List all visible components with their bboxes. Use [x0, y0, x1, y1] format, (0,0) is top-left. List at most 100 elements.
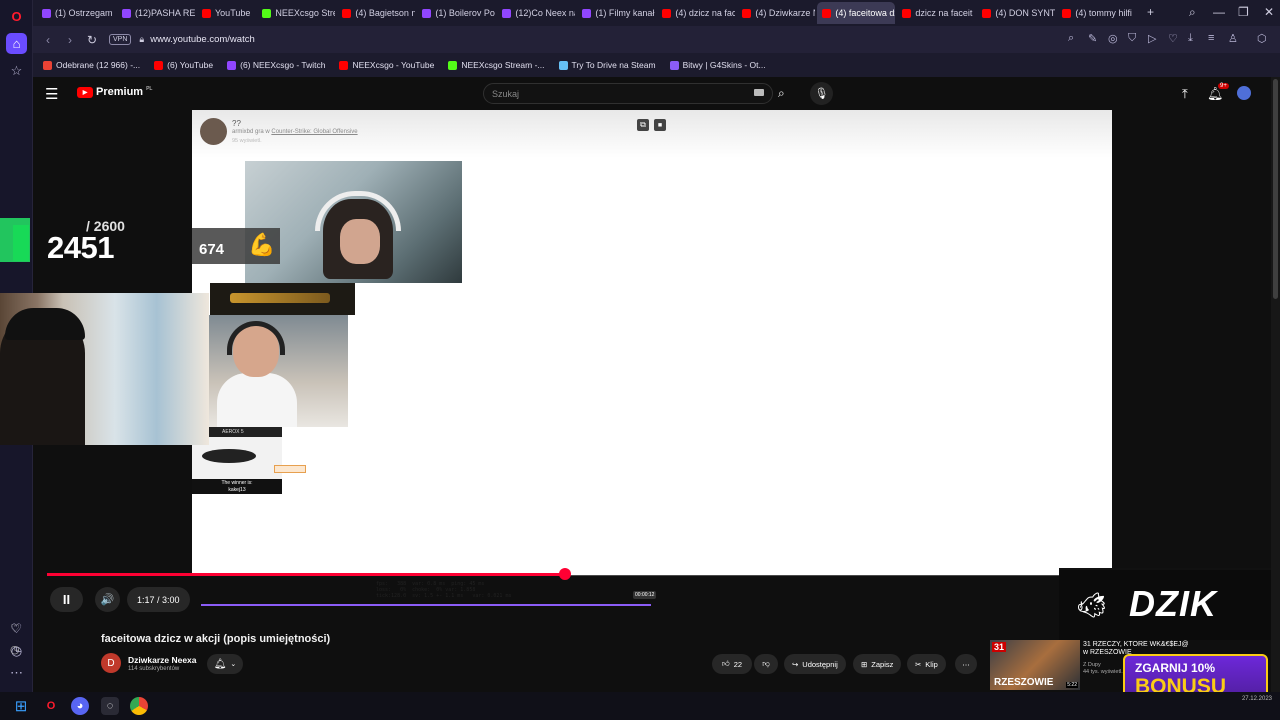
channel-avatar[interactable]: D	[101, 653, 121, 673]
search-icon[interactable]: ⌕	[778, 86, 785, 101]
more-icon[interactable]: ⋯	[6, 662, 27, 683]
seek-handle[interactable]	[559, 568, 571, 580]
close-button[interactable]: ✕	[1264, 5, 1274, 19]
tab-favicon-icon	[582, 8, 592, 18]
recommended-channel[interactable]: Z Dupy	[1083, 662, 1101, 668]
more-actions-button[interactable]: ⋯	[955, 654, 977, 674]
url-field[interactable]: www.youtube.com/watch	[150, 34, 255, 45]
video-frame[interactable]: ?? armixbd gra w Counter-Strike: Global …	[192, 110, 1112, 575]
menu-icon[interactable]: ≡	[1208, 32, 1214, 44]
save-button[interactable]: ⊞ Zapisz	[853, 654, 902, 674]
youtube-logo[interactable]: ▶ Premium PL	[77, 86, 152, 98]
tab-search-icon[interactable]: ⌕	[1189, 5, 1196, 20]
tab-favicon-icon	[262, 8, 272, 18]
bookmark-favicon-icon	[669, 60, 679, 70]
tab-label: (12)Co Neex na	[515, 8, 576, 18]
discord-icon[interactable]: ◕	[71, 697, 89, 715]
profile-icon[interactable]: ♙	[1228, 32, 1238, 45]
tab-bar: (1) Ostrzegam (12)PASHA REA YouTube NEEXcsg…	[33, 0, 1280, 26]
camera-icon[interactable]: ◎	[1108, 32, 1118, 45]
volume-icon[interactable]: 🔊	[95, 587, 120, 612]
favorite-icon[interactable]: ♡	[1168, 32, 1178, 45]
back-icon[interactable]: ‹	[37, 33, 59, 47]
subscriber-count: 114 subskrybentów	[128, 666, 180, 672]
channel-name[interactable]: Dziwkarze Neexa	[128, 655, 197, 665]
pinboard-icon[interactable]: ☆	[6, 60, 27, 81]
restore-button[interactable]: ❐	[1238, 5, 1249, 19]
dislike-button[interactable]: 👎︎	[754, 654, 778, 674]
microphone-icon[interactable]: 🎙︎	[810, 82, 833, 105]
tab-label: (4) Dziwkarze N	[755, 8, 816, 18]
subscription-bell-button[interactable]: 🔔︎ ⌄	[207, 654, 243, 674]
tab[interactable]: (1) Ostrzegam	[37, 2, 115, 24]
chevron-down-icon: ⌄	[230, 661, 237, 668]
windows-start-icon[interactable]: ⊞	[12, 697, 30, 715]
opera-logo-icon[interactable]: O	[6, 6, 27, 27]
forward-icon[interactable]: ›	[59, 33, 81, 47]
opera-gx-icon[interactable]: ◌	[101, 697, 119, 715]
upload-icon[interactable]: ⤒	[1182, 86, 1188, 102]
tab-label: NEEXcsgo Stre	[275, 8, 336, 18]
opera-icon[interactable]: O	[42, 697, 60, 715]
tab[interactable]: (4) Bagietson n	[337, 2, 415, 24]
keyboard-icon[interactable]	[754, 89, 764, 96]
search-page-icon[interactable]: ⌕	[1068, 32, 1074, 45]
tab[interactable]: (12)Co Neex na	[497, 2, 575, 24]
scrollbar-thumb[interactable]	[1273, 79, 1278, 299]
person-cap	[5, 308, 85, 340]
clock-icon[interactable]: ◷	[10, 643, 20, 656]
bookmark-label: (6) YouTube	[167, 60, 214, 70]
edit-icon[interactable]: ✎	[1088, 32, 1097, 45]
like-button[interactable]: 👍︎ 22	[712, 654, 752, 674]
bookmark-item[interactable]: NEEXcsgo Stream -...	[448, 60, 545, 70]
pause-button[interactable]: II	[50, 587, 83, 612]
recommended-thumbnail[interactable]: 31 RZESZOWIE 5:22	[990, 640, 1080, 690]
avatar[interactable]	[1237, 86, 1251, 100]
tab[interactable]: YouTube	[197, 2, 255, 24]
reload-icon[interactable]: ↻	[81, 33, 103, 47]
embedded-seek-bar	[201, 604, 651, 606]
tab[interactable]: (4) Dziwkarze N	[737, 2, 815, 24]
bookmark-item[interactable]: Try To Drive na Steam	[558, 60, 656, 70]
bookmark-item[interactable]: (6) NEEXcsgo - Twitch	[227, 60, 325, 70]
bookmark-label: NEEXcsgo - YouTube	[352, 60, 435, 70]
tab[interactable]: (1) Boilerov Po	[417, 2, 495, 24]
shield-icon[interactable]: ⛉	[1128, 32, 1136, 45]
tab[interactable]: (1) Filmy kanał	[577, 2, 655, 24]
bookmark-item[interactable]: (6) YouTube	[154, 60, 213, 70]
tab-favicon-icon	[202, 8, 211, 18]
extension-icon[interactable]: ⬡	[1257, 32, 1267, 45]
tab[interactable]: (4) tommy hilfi	[1057, 2, 1135, 24]
bookmark-item[interactable]: Odebrane (12 966) -...	[43, 60, 140, 70]
share-icon: ↪	[792, 659, 799, 669]
dzik-ad[interactable]: 🐗︎ DZIK	[1059, 568, 1280, 640]
download-icon[interactable]: ⤓	[1188, 32, 1193, 45]
tab[interactable]: dzicz na faceit	[897, 2, 975, 24]
heart-icon[interactable]: ♡	[10, 622, 20, 635]
hamburger-icon[interactable]: ☰	[45, 85, 58, 103]
copy-icon: ⧉	[637, 119, 649, 131]
region-label: PL	[146, 86, 153, 92]
bookmark-item[interactable]: NEEXcsgo - YouTube	[339, 60, 434, 70]
clip-button[interactable]: ✂ Klip	[907, 654, 946, 674]
chrome-icon[interactable]	[130, 697, 148, 715]
video-player[interactable]: ?? armixbd gra w Counter-Strike: Global …	[0, 110, 1280, 640]
home-icon[interactable]: ⌂	[6, 33, 27, 54]
scrollbar[interactable]	[1271, 77, 1280, 692]
tab[interactable]: (4) dzicz na fac	[657, 2, 735, 24]
search-input[interactable]: Szukaj	[483, 83, 773, 104]
tab[interactable]: NEEXcsgo Stre	[257, 2, 335, 24]
vpn-badge[interactable]: VPN	[109, 34, 132, 45]
minimize-button[interactable]: —	[1213, 5, 1225, 19]
bookmark-item[interactable]: Bitwy | G4Skins - Ot...	[669, 60, 766, 70]
player-icon[interactable]: ▷	[1148, 32, 1156, 45]
tab[interactable]: (12)PASHA REA	[117, 2, 195, 24]
webcam-suit	[209, 315, 348, 427]
bookmark-label: Odebrane (12 966) -...	[56, 60, 141, 70]
tab[interactable]: (4) DON SYNTI	[977, 2, 1055, 24]
headphones	[315, 191, 401, 231]
tab[interactable]: (4) faceitowa dzicz w	[817, 2, 896, 24]
share-button[interactable]: ↪ Udostępnij	[784, 654, 846, 674]
new-tab-button[interactable]: +	[1147, 5, 1154, 19]
tab-label: (4) dzicz na fac	[675, 8, 736, 18]
